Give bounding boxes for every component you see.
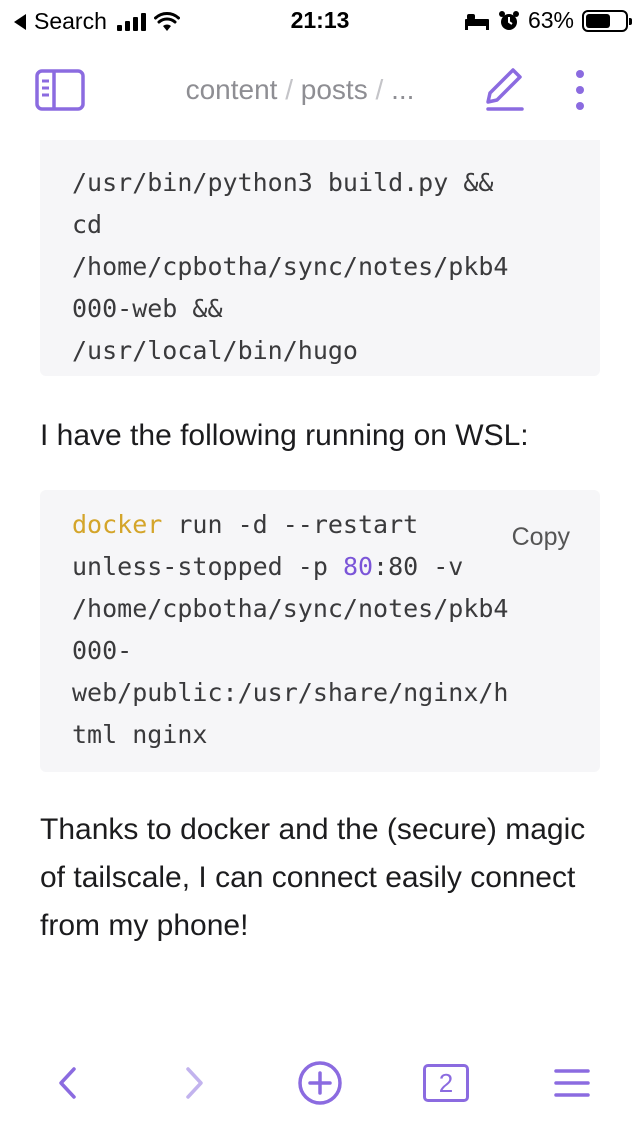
code-line: /usr/bin/python3 build.py && <box>72 168 494 197</box>
new-note-icon <box>298 1061 342 1105</box>
code-line: /home/cpbotha/sync/notes/pkb4 <box>72 594 509 623</box>
paragraph: Thanks to docker and the (secure) magic … <box>40 813 586 942</box>
tabs-button[interactable]: 2 <box>420 1058 472 1108</box>
code-block[interactable]: /usr/bin/python3 build.py && cd /home/cp… <box>40 140 600 376</box>
code-block[interactable]: docker run -d --restart unless-stopped -… <box>40 490 600 772</box>
forward-button[interactable] <box>174 1058 214 1108</box>
code-line: docker run -d --restart <box>72 504 568 546</box>
breadcrumb-separator: / <box>285 74 301 105</box>
code-line: 000-web && <box>72 294 223 323</box>
tabs-icon: 2 <box>423 1064 469 1102</box>
copy-button[interactable]: Copy <box>511 516 570 558</box>
sidebar-icon[interactable] <box>34 68 86 112</box>
menu-button[interactable] <box>550 1058 594 1108</box>
bottom-toolbar: 2 <box>0 1040 640 1136</box>
menu-icon <box>554 1069 590 1097</box>
new-note-button[interactable] <box>296 1058 344 1108</box>
alarm-icon <box>498 10 519 30</box>
code-line: /usr/local/bin/hugo <box>72 336 358 365</box>
code-keyword: docker <box>72 510 163 539</box>
breadcrumb-item[interactable]: content <box>186 74 278 105</box>
edit-pencil-icon[interactable] <box>482 66 528 112</box>
screen: Search 21:13 63% content / posts / ... /… <box>0 0 640 1136</box>
status-bar: Search 21:13 63% <box>0 0 640 40</box>
paragraph: I have the following running on WSL: <box>40 419 529 452</box>
code-text: unless-stopped -p <box>72 552 343 581</box>
forward-icon <box>186 1067 203 1099</box>
code-line: unless-stopped -p 80:80 -v <box>72 546 568 588</box>
header: content / posts / ... <box>0 40 640 140</box>
back-icon <box>59 1067 76 1099</box>
breadcrumb[interactable]: content / posts / ... <box>150 74 450 106</box>
breadcrumb-separator: / <box>375 74 392 105</box>
note-content[interactable]: /usr/bin/python3 build.py && cd /home/cp… <box>0 140 640 1020</box>
breadcrumb-item[interactable]: ... <box>391 74 414 105</box>
code-number: 80 <box>342 552 374 581</box>
battery-percent: 63% <box>527 7 574 33</box>
back-button[interactable] <box>48 1058 88 1108</box>
code-line: /home/cpbotha/sync/notes/pkb4 <box>72 252 509 281</box>
battery-icon <box>582 9 632 32</box>
code-line: tml nginx <box>72 720 208 749</box>
code-text: :80 -v <box>373 552 464 581</box>
code-line: 000- <box>72 636 133 665</box>
code-text: run -d --restart <box>162 510 419 539</box>
sleep-bed-icon <box>464 13 489 30</box>
breadcrumb-item[interactable]: posts <box>301 74 368 105</box>
code-line: web/public:/usr/share/nginx/h <box>72 678 509 707</box>
more-vertical-icon[interactable] <box>568 68 592 112</box>
code-line: cd <box>72 210 103 239</box>
